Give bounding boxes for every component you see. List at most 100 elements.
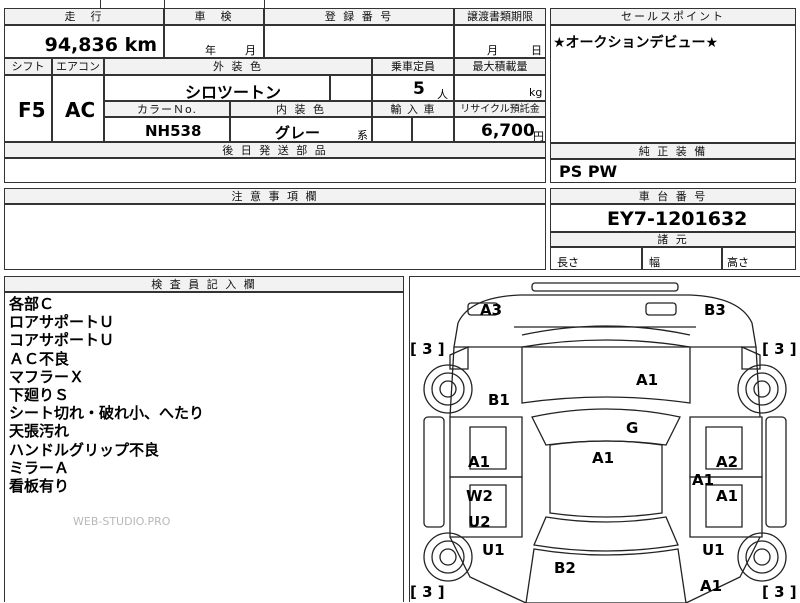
interior-color-value: グレー (275, 124, 321, 142)
tire-front-left-label: [ 3 ] (410, 340, 445, 358)
mark-trunk: B2 (554, 559, 576, 577)
selling-points-text: ★オークションデビュー★ (553, 35, 719, 51)
registration-header: 登 録 番 号 (264, 8, 454, 25)
mileage-cell: 94,836 km (4, 25, 164, 58)
recycle-header: リサイクル預託金 (454, 101, 546, 117)
parts-box (4, 158, 546, 183)
exterior-color-value: シロツートン (185, 83, 282, 101)
capacity-unit: 人 (437, 88, 448, 101)
equipment-value: PS PW (559, 162, 618, 181)
mark-right-rear-fender: U1 (702, 541, 725, 559)
mark-windshield: G (626, 419, 639, 437)
inspection-header: 車 検 (164, 8, 264, 25)
capacity-cell: 5 人 (372, 75, 454, 101)
mark-left-fender: B1 (488, 391, 510, 409)
transfer-day-unit: 日 (531, 44, 542, 57)
height-label: 高さ (727, 256, 749, 269)
remark-line: シート切れ・破れ小、へたり (9, 404, 205, 423)
top-strip-divider (100, 0, 101, 8)
top-strip-divider (264, 0, 265, 8)
remark-line: 看板有り (9, 477, 70, 496)
interior-color-cell: グレー 系 (230, 117, 372, 142)
color-no-header: カラーＮo. (104, 101, 230, 117)
width-label: 幅 (649, 256, 660, 269)
mark-right-front-door-lower: A1 (692, 471, 715, 489)
mark-left-rear-door: U2 (468, 513, 491, 531)
parts-header: 後 日 発 送 部 品 (4, 142, 546, 158)
mark-hood: A1 (636, 371, 659, 389)
mileage-header: 走 行 (4, 8, 164, 25)
mileage-value: 94,836 (44, 34, 118, 56)
tire-rear-left-label: [ 3 ] (410, 583, 445, 601)
mark-left-rear-window: W2 (466, 487, 493, 505)
registration-cell (264, 25, 454, 58)
recycle-unit: 円 (533, 130, 544, 142)
import-header: 輸 入 車 (372, 101, 454, 117)
remark-line: マフラーＸ (9, 367, 85, 386)
shift-cell: F5 (4, 75, 52, 142)
length-label: 長さ (557, 256, 579, 269)
inspection-month-unit: 月 (245, 44, 256, 57)
remark-line: ＡＣ不良 (9, 349, 70, 368)
aircon-value: AC (65, 98, 96, 122)
import-cell-b (412, 117, 454, 142)
tire-front-right-label: [ 3 ] (762, 340, 797, 358)
tire-rear-right-label: [ 3 ] (762, 583, 797, 601)
chassis-header: 車 台 番 号 (550, 188, 796, 204)
remark-line: 各部Ｃ (9, 295, 55, 313)
remarks-box: 各部Ｃ ロアサポートＵ コアサポートＵ ＡＣ不良 マフラーＸ 下廻りＳ シート切… (4, 292, 404, 602)
remarks-header: 検 査 員 記 入 欄 (4, 276, 404, 292)
mark-right-front-door-upper: A2 (716, 453, 739, 471)
height-cell: 高さ (722, 247, 796, 270)
mark-front-left-corner: A3 (480, 301, 503, 319)
equipment-header: 純 正 装 備 (550, 143, 796, 159)
exterior-color-cell: シロツートン (104, 75, 330, 101)
remarks-list: 各部Ｃ ロアサポートＵ コアサポートＵ ＡＣ不良 マフラーＸ 下廻りＳ シート切… (9, 295, 204, 495)
chassis-value: EY7-1201632 (607, 208, 748, 230)
shift-value: F5 (18, 98, 46, 122)
interior-color-suffix: 系 (357, 129, 368, 142)
transfer-deadline-cell: 月 日 (454, 25, 546, 58)
recycle-value: 6,700 (481, 121, 535, 141)
color-no-cell: NH538 (104, 117, 230, 142)
chassis-box: EY7-1201632 (550, 204, 796, 232)
length-cell: 長さ (550, 247, 642, 270)
remark-line: ミラーＡ (9, 458, 70, 477)
remark-line: 下廻りＳ (9, 386, 70, 405)
remark-line: ロアサポートＵ (9, 313, 115, 332)
mark-front-right-corner: B3 (704, 301, 726, 319)
remark-line: ハンドルグリップ不良 (9, 440, 160, 459)
mark-roof: A1 (592, 449, 615, 467)
transfer-month-unit: 月 (487, 44, 498, 57)
selling-points-box: ★オークションデビュー★ (550, 25, 796, 143)
exterior-color-extra-cell (330, 75, 372, 101)
remark-line: 天張汚れ (9, 422, 70, 441)
top-strip (4, 0, 796, 8)
inspection-year-unit: 年 (205, 44, 216, 57)
mileage-unit: km (124, 34, 157, 56)
import-cell-a (372, 117, 412, 142)
capacity-header: 乗車定員 (372, 58, 454, 75)
car-diagram: [ 3 ] [ 3 ] [ 3 ] [ 3 ] A3 B3 A1 B1 G A1… (409, 276, 800, 603)
mark-left-front-door: A1 (468, 453, 491, 471)
max-load-cell: kg (454, 75, 546, 101)
car-outline (423, 282, 787, 603)
watermark: WEB-STUDIO.PRO (73, 515, 171, 528)
capacity-value: 5 (413, 79, 425, 99)
interior-color-header: 内 装 色 (230, 101, 372, 117)
color-no-value: NH538 (145, 122, 202, 140)
width-cell: 幅 (642, 247, 722, 270)
max-load-unit: kg (529, 86, 543, 99)
mark-right-rear-corner: A1 (700, 577, 723, 595)
mark-left-rear-fender: U1 (482, 541, 505, 559)
aircon-cell: AC (52, 75, 104, 142)
dimensions-header: 諸 元 (550, 232, 796, 247)
shift-header: シフト (4, 58, 52, 75)
inspection-cell: 年 月 (164, 25, 264, 58)
top-strip-divider (164, 0, 165, 8)
exterior-color-header: 外 装 色 (104, 58, 372, 75)
notes-header: 注 意 事 項 欄 (4, 188, 546, 204)
equipment-box: PS PW (550, 159, 796, 183)
mark-right-rear-door: A1 (716, 487, 739, 505)
remark-line: コアサポートＵ (9, 331, 115, 350)
